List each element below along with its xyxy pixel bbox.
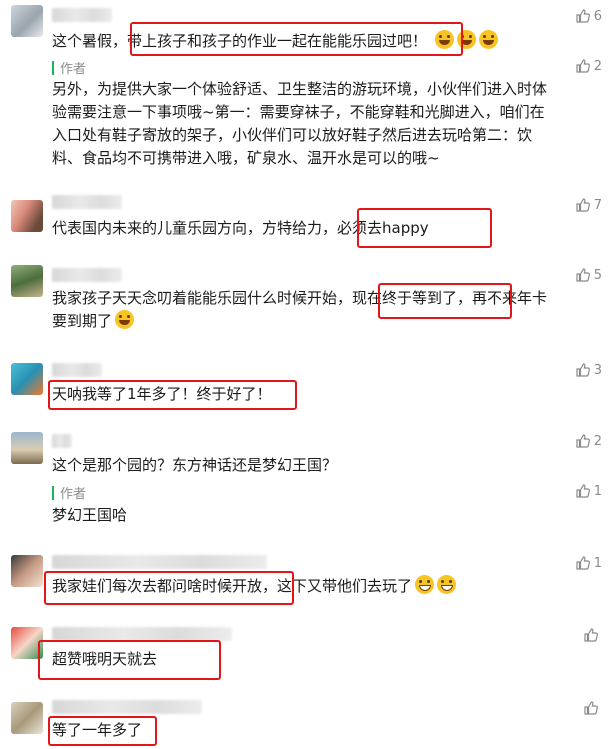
like-button[interactable] (583, 627, 602, 643)
laugh-emoji-icon (115, 310, 135, 329)
commenter-name-blurred (52, 434, 72, 448)
laugh-emoji-icon (478, 30, 498, 49)
grin-emoji-icon (437, 575, 457, 594)
like-count: 6 (593, 8, 602, 24)
like-count: 2 (593, 58, 602, 74)
commenter-name-blurred (52, 195, 122, 209)
avatar[interactable] (11, 200, 43, 232)
thumbs-up-icon (576, 434, 590, 448)
highlight-box (38, 640, 221, 680)
avatar[interactable] (11, 5, 43, 37)
like-count: 1 (593, 483, 602, 499)
author-bar (52, 485, 54, 500)
like-button[interactable]: 3 (575, 362, 602, 378)
like-button[interactable]: 7 (575, 197, 602, 213)
avatar[interactable] (11, 265, 43, 297)
author-reply-text: 梦幻王国哈 (52, 506, 128, 524)
grin-emoji-icon (415, 575, 435, 594)
comment-text: 这个是那个园的？东方神话还是梦幻王国？ (52, 456, 338, 474)
avatar[interactable] (11, 432, 43, 464)
thumbs-up-icon (576, 556, 590, 570)
highlight-box (48, 380, 297, 410)
author-reply-text: 另外，为提供大家一个体验舒适、卫生整洁的游玩环境，小伙伴们进入时体 验需要注意一… (52, 80, 548, 167)
avatar[interactable] (11, 555, 43, 587)
author-bar (52, 60, 54, 75)
like-count: 5 (593, 267, 602, 283)
like-button[interactable]: 6 (575, 8, 602, 24)
highlight-box (357, 208, 492, 248)
thumbs-up-icon (576, 363, 590, 377)
thumbs-up-icon (576, 198, 590, 212)
like-count: 3 (593, 362, 602, 378)
thumbs-up-icon (576, 484, 590, 498)
thumbs-up-icon (576, 59, 590, 73)
author-reply-label: 作者 (52, 58, 86, 77)
like-button[interactable]: 2 (575, 58, 602, 74)
commenter-name-blurred (52, 700, 202, 714)
like-button[interactable]: 5 (575, 267, 602, 283)
like-count: 2 (593, 433, 602, 449)
thumbs-up-icon (584, 701, 598, 715)
commenter-name-blurred (52, 268, 122, 282)
thumbs-up-icon (576, 268, 590, 282)
commenter-name-blurred (52, 627, 232, 641)
like-button[interactable]: 1 (575, 555, 602, 571)
thumbs-up-icon (576, 9, 590, 23)
like-count: 1 (593, 555, 602, 571)
like-button[interactable]: 1 (575, 483, 602, 499)
highlight-box (44, 571, 294, 605)
author-reply-label: 作者 (52, 483, 86, 502)
thumbs-up-icon (584, 628, 598, 642)
highlight-box (378, 283, 512, 319)
avatar[interactable] (11, 363, 43, 395)
highlight-box (130, 22, 463, 56)
commenter-name-blurred (52, 363, 102, 377)
commenter-name-blurred (52, 555, 267, 569)
highlight-box (48, 716, 157, 746)
like-button[interactable]: 2 (575, 433, 602, 449)
avatar[interactable] (11, 702, 43, 734)
like-count: 7 (593, 197, 602, 213)
like-button[interactable] (583, 700, 602, 716)
commenter-name-blurred (52, 8, 112, 22)
